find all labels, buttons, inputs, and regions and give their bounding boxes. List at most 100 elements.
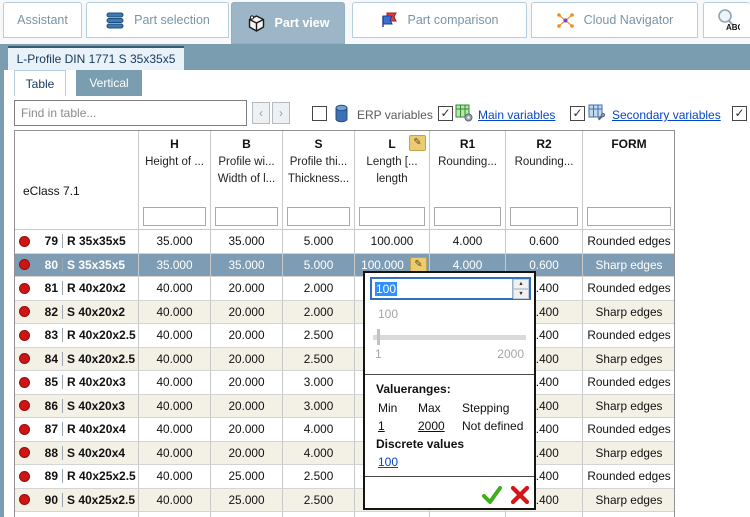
erp-variables-checkbox[interactable] — [312, 106, 327, 121]
edit-column-pencil-icon[interactable]: ✎ — [409, 135, 426, 151]
row-label-cell: 84S 40x20x2.5 — [15, 348, 139, 371]
slider-max-label: 2000 — [497, 347, 524, 361]
cell-S: 2.000 — [283, 277, 355, 300]
filter-cell-H — [139, 204, 211, 229]
table-row[interactable]: 88S 40x20x440.00020.0004.0000.400Sharp e… — [15, 442, 674, 466]
tab-vertical-view[interactable]: Vertical — [76, 70, 142, 96]
secondary-variables-link[interactable]: Secondary variables — [612, 108, 721, 122]
filter-input-R1[interactable] — [434, 207, 501, 226]
main-variables-link[interactable]: Main variables — [478, 108, 555, 122]
column-header-R1[interactable]: R1Rounding... — [430, 131, 506, 204]
tab-part-view[interactable]: Part view — [231, 2, 345, 44]
spinner-up-button[interactable]: ▲ — [513, 279, 529, 289]
cell-R2: 0.600 — [506, 230, 583, 253]
discrete-value-link[interactable]: 100 — [378, 455, 398, 469]
column-header-S[interactable]: SProfile thi...Thickness... — [283, 131, 355, 204]
column-subtitle: Thickness... — [283, 173, 354, 185]
eclass-label: eClass 7.1 — [23, 184, 80, 198]
value-slider[interactable] — [373, 335, 526, 340]
main-variables-checkbox[interactable] — [438, 106, 453, 121]
cell-FORM: Rounded edges — [583, 277, 675, 300]
row-name: S 40x20x4 — [62, 446, 125, 460]
extra-variables-checkbox[interactable] — [732, 106, 747, 121]
max-label: Max — [418, 401, 441, 415]
status-dot-icon — [19, 283, 30, 294]
find-in-table-input[interactable] — [14, 100, 247, 126]
tab-part-selection-label: Part selection — [134, 13, 210, 27]
table-row[interactable]: 86S 40x20x340.00020.0003.0000.400Sharp e… — [15, 395, 674, 419]
column-header-FORM[interactable]: FORM — [583, 131, 675, 204]
status-dot-icon — [19, 471, 30, 482]
table-row[interactable]: 80S 35x35x535.00035.0005.000100.000✎4.00… — [15, 254, 674, 278]
cell-B: 25.000 — [211, 489, 283, 512]
row-name: S 40x25x2.5 — [62, 493, 135, 507]
row-label-cell: 88S 40x20x4 — [15, 442, 139, 465]
table-row[interactable]: 84S 40x20x2.540.00020.0002.5000.400Sharp… — [15, 348, 674, 372]
filter-cell-FORM — [583, 204, 675, 229]
stepping-label: Stepping — [462, 401, 509, 415]
tab-part-selection[interactable]: Part selection — [86, 2, 229, 38]
table-row[interactable]: 89R 40x25x2.540.00025.0002.5000.400Round… — [15, 465, 674, 489]
table-row[interactable]: 81R 40x20x240.00020.0002.0000.400Rounded… — [15, 277, 674, 301]
cell-H: 35.000 — [139, 254, 211, 277]
tab-cloud-navigator[interactable]: Cloud Navigator — [531, 2, 698, 38]
document-tab[interactable]: L-Profile DIN 1771 S 35x35x5 — [8, 46, 184, 70]
max-value-link[interactable]: 2000 — [418, 419, 445, 433]
row-name: R 40x20x3 — [62, 375, 126, 389]
part-view-window: Assistant Part selection Part view — [0, 0, 750, 517]
row-label-cell: 90S 40x25x2.5 — [15, 489, 139, 512]
min-value-link[interactable]: 1 — [378, 419, 385, 433]
find-previous-button[interactable]: ‹ — [252, 102, 270, 124]
cell-FORM: Sharp edges — [583, 489, 675, 512]
column-subtitle: length — [355, 173, 429, 185]
table-row-partial — [15, 512, 674, 517]
table-row[interactable]: 79R 35x35x535.00035.0005.000100.0004.000… — [15, 230, 674, 254]
value-input[interactable]: 100 ▲ ▼ — [370, 277, 531, 300]
row-number: 85 — [30, 375, 58, 389]
column-header-R2[interactable]: R2Rounding... — [506, 131, 583, 204]
filter-input-L[interactable] — [359, 207, 425, 226]
column-header-H[interactable]: HHeight of ... — [139, 131, 211, 204]
column-header-B[interactable]: BProfile wi...Width of l... — [211, 131, 283, 204]
column-subtitle: Width of l... — [211, 173, 282, 185]
cell-H: 40.000 — [139, 277, 211, 300]
table-row[interactable]: 87R 40x20x440.00020.0004.0000.400Rounded… — [15, 418, 674, 442]
column-key: B — [211, 137, 282, 151]
table-filter-row — [15, 204, 674, 229]
secondary-variables-checkbox[interactable] — [570, 106, 585, 121]
filter-input-B[interactable] — [215, 207, 278, 226]
table-row[interactable]: 83R 40x20x2.540.00020.0002.5000.400Round… — [15, 324, 674, 348]
filter-input-S[interactable] — [287, 207, 350, 226]
confirm-check-icon[interactable] — [481, 484, 503, 506]
spinner-down-button[interactable]: ▼ — [513, 289, 529, 299]
cube-icon — [247, 14, 266, 33]
document-tab-label: L-Profile DIN 1771 S 35x35x5 — [17, 52, 176, 66]
cell-B: 20.000 — [211, 442, 283, 465]
table-row[interactable]: 82S 40x20x240.00020.0002.0000.400Sharp e… — [15, 301, 674, 325]
tab-table-view-label: Table — [26, 77, 55, 91]
slider-handle[interactable] — [377, 329, 380, 345]
cancel-x-icon[interactable] — [509, 484, 531, 506]
tab-table-view[interactable]: Table — [14, 70, 66, 96]
tab-text-search[interactable]: ABC — [703, 2, 750, 38]
cell-empty — [15, 512, 139, 517]
find-next-button[interactable]: › — [272, 102, 290, 124]
value-editor-popup: 100 ▲ ▼ 100 1 2000 Valueranges: Min Max … — [363, 271, 536, 510]
filter-cell-S — [283, 204, 355, 229]
stepping-value: Not defined — [462, 419, 523, 433]
tab-assistant[interactable]: Assistant — [3, 2, 82, 38]
column-key: H — [139, 137, 210, 151]
tab-part-comparison[interactable]: Part comparison — [352, 2, 527, 38]
column-header-L[interactable]: LLength [...length✎ — [355, 131, 430, 204]
row-name: R 35x35x5 — [62, 234, 126, 248]
filter-input-R2[interactable] — [510, 207, 578, 226]
column-subtitle: Length [... — [355, 156, 429, 168]
filter-cell-R1 — [430, 204, 506, 229]
filter-input-FORM[interactable] — [587, 207, 671, 226]
filter-input-H[interactable] — [143, 207, 206, 226]
cell-S: 2.500 — [283, 324, 355, 347]
table-row[interactable]: 85R 40x20x340.00020.0003.0000.400Rounded… — [15, 371, 674, 395]
column-key: R1 — [430, 137, 505, 151]
table-row[interactable]: 90S 40x25x2.540.00025.0002.5000.400Sharp… — [15, 489, 674, 513]
cell-S: 5.000 — [283, 230, 355, 253]
